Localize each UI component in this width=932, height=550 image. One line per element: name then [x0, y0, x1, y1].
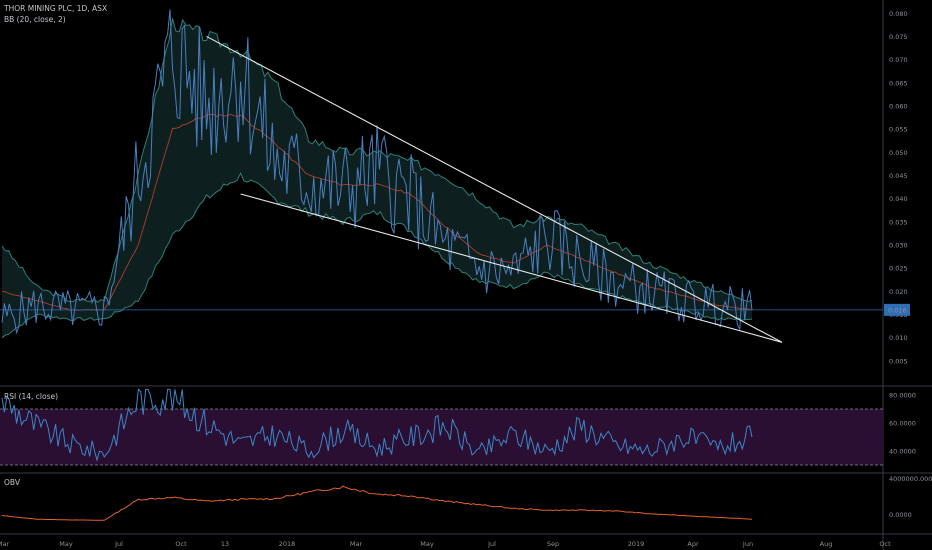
time-axis-tick: 2018 — [279, 540, 296, 548]
price-axis-tick: 0.010 — [889, 334, 908, 342]
price-axis-tick: 0.005 — [889, 357, 908, 365]
rsi-axis-tick: 80.0000 — [889, 392, 916, 400]
price-axis-tick: 0.030 — [889, 241, 908, 249]
time-axis-tick: 2019 — [628, 540, 645, 548]
time-axis-tick: May — [420, 540, 434, 548]
price-axis-tick: 0.045 — [889, 172, 908, 180]
rsi-series — [0, 388, 883, 466]
time-axis-tick: Oct — [175, 540, 187, 548]
time-axis-tick: Jun — [742, 540, 753, 548]
rsi-band-fill — [0, 409, 883, 465]
chart-canvas: 0.080 0.075 0.070 0.065 0.060 0.055 0.050 0.045… — [0, 0, 932, 550]
time-axis-tick: 13 — [221, 540, 229, 548]
price-axis-tick: 0.020 — [889, 288, 908, 296]
price-axis-tick: 0.065 — [889, 79, 908, 87]
obv-indicator-label: OBV — [4, 478, 20, 487]
price-axis-tick: 0.040 — [889, 195, 908, 203]
rsi-axis-tick: 60.0000 — [889, 420, 916, 428]
obv-line — [1, 485, 753, 521]
obv-axis-tick: 0.0000 — [889, 511, 912, 519]
time-axis-tick: Mar — [350, 540, 363, 548]
price-axis-tick: 0.060 — [889, 102, 908, 110]
bb-indicator-label: BB (20, close, 2) — [4, 15, 66, 24]
time-axis-tick: Jul — [114, 540, 123, 548]
obv-series — [1, 485, 753, 521]
symbol-title: THOR MINING PLC, 1D, ASX — [4, 4, 108, 13]
current-price-label: 0.016 — [888, 306, 907, 314]
time-axis-tick: Apr — [687, 540, 699, 548]
time-axis-tick: Jul — [487, 540, 496, 548]
time-axis-tick: Oct — [879, 540, 891, 548]
time-axis-tick: Mar — [0, 540, 9, 548]
time-axis-tick: May — [59, 540, 73, 548]
time-axis-tick: Aug — [820, 540, 833, 548]
price-axis-tick: 0.055 — [889, 126, 908, 134]
price-axis-tick: 0.050 — [889, 149, 908, 157]
price-axis-tick: 0.075 — [889, 33, 908, 41]
price-axis-tick: 0.070 — [889, 56, 908, 64]
trendline — [240, 193, 783, 343]
obv-axis-tick: 4000000.0000 — [889, 475, 932, 483]
price-axis-tick: 0.025 — [889, 265, 908, 273]
price-axis-tick: 0.080 — [889, 10, 908, 18]
rsi-indicator-label: RSI (14, close) — [4, 392, 59, 401]
time-axis-tick: Sep — [547, 540, 559, 548]
price-axis-tick: 0.035 — [889, 218, 908, 226]
bollinger-bands — [0, 18, 883, 339]
rsi-axis-tick: 40.0000 — [889, 448, 916, 456]
